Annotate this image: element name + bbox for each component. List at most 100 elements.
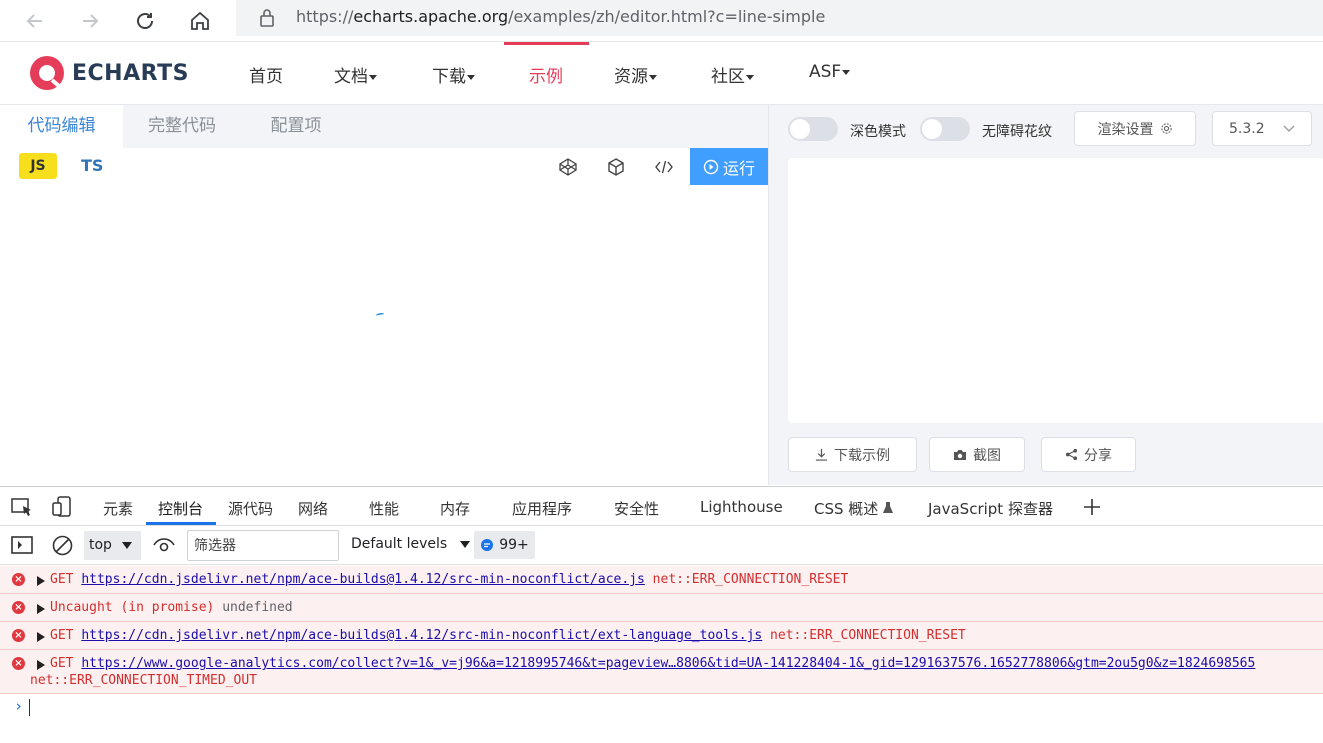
log-prefix: GET bbox=[50, 628, 82, 643]
chart-preview-area[interactable] bbox=[788, 158, 1323, 423]
echarts-logo[interactable]: ECHARTS bbox=[28, 53, 189, 93]
devtools-tab-application[interactable]: 应用程序 bbox=[512, 498, 572, 519]
version-select[interactable]: 5.3.2 bbox=[1212, 111, 1312, 146]
home-button[interactable] bbox=[183, 4, 217, 38]
log-levels-select[interactable]: Default levels bbox=[351, 536, 470, 552]
devtools-tab-network[interactable]: 网络 bbox=[298, 498, 328, 519]
caret-down-icon bbox=[649, 74, 657, 80]
codepen-button[interactable] bbox=[557, 156, 579, 178]
devtools-tab-performance[interactable]: 性能 bbox=[369, 498, 399, 519]
devtools-tab-console[interactable]: 控制台 bbox=[158, 498, 203, 519]
log-message: GET https://cdn.jsdelivr.net/npm/ace-bui… bbox=[50, 572, 848, 587]
devtools-tab-js-profiler[interactable]: JavaScript 探查器 bbox=[928, 498, 1053, 519]
version-value: 5.3.2 bbox=[1229, 120, 1265, 137]
lang-ts-button[interactable]: TS bbox=[81, 156, 103, 175]
nav-home[interactable]: 首页 bbox=[249, 62, 283, 87]
log-message: GET https://www.google-analytics.com/col… bbox=[50, 656, 1255, 671]
caret-down-icon bbox=[467, 74, 475, 80]
devtools-tab-memory[interactable]: 内存 bbox=[440, 498, 470, 519]
code-brackets-icon bbox=[655, 160, 673, 174]
share-icon bbox=[1065, 448, 1078, 461]
log-prefix: GET bbox=[50, 572, 82, 587]
download-example-label: 下载示例 bbox=[834, 447, 890, 464]
logo-text: ECHARTS bbox=[72, 60, 189, 86]
nav-asf[interactable]: ASF bbox=[809, 62, 851, 82]
forward-button[interactable] bbox=[73, 4, 107, 38]
log-value: undefined bbox=[222, 600, 293, 615]
log-prefix: Uncaught (in promise) bbox=[50, 600, 223, 615]
css-overview-label: CSS 概述 bbox=[814, 500, 879, 518]
caret-down-icon bbox=[842, 69, 851, 75]
aria-decal-label: 无障碍花纹 bbox=[982, 124, 1052, 140]
console-log-row[interactable]: × GET https://www.google-analytics.com/c… bbox=[0, 650, 1323, 694]
live-expression-button[interactable] bbox=[153, 537, 175, 557]
nav-resources[interactable]: 资源 bbox=[614, 62, 657, 87]
reload-button[interactable] bbox=[128, 4, 162, 38]
tab-options[interactable]: 配置项 bbox=[241, 105, 351, 148]
url-host: echarts.apache.org bbox=[353, 7, 509, 26]
tab-full-code[interactable]: 完整代码 bbox=[123, 105, 241, 148]
expand-triangle-icon[interactable] bbox=[37, 604, 45, 614]
inspect-cursor-icon bbox=[11, 498, 31, 516]
dark-mode-toggle[interactable] bbox=[788, 117, 838, 141]
url-path: /examples/zh/editor.html?c=line-simple bbox=[508, 7, 826, 26]
code-editor-area[interactable] bbox=[0, 185, 768, 485]
nav-download[interactable]: 下载 bbox=[432, 62, 475, 87]
issues-counter-button[interactable]: 99+ bbox=[474, 531, 535, 559]
devtools-tab-lighthouse[interactable]: Lighthouse bbox=[700, 498, 783, 516]
console-log-row[interactable]: × GET https://cdn.jsdelivr.net/npm/ace-b… bbox=[0, 566, 1323, 594]
log-prefix: GET bbox=[50, 656, 82, 671]
more-tabs-button[interactable] bbox=[1082, 497, 1102, 521]
devtools-tab-security[interactable]: 安全性 bbox=[614, 498, 659, 519]
clear-console-button[interactable] bbox=[52, 535, 73, 560]
screenshot-button[interactable]: 截图 bbox=[929, 437, 1025, 472]
share-label: 分享 bbox=[1084, 447, 1112, 464]
devtools-active-tab-indicator bbox=[146, 522, 216, 525]
log-link[interactable]: https://www.google-analytics.com/collect… bbox=[81, 656, 1255, 671]
aria-decal-toggle[interactable] bbox=[920, 117, 970, 141]
inspect-element-button[interactable] bbox=[11, 497, 33, 521]
nav-community[interactable]: 社区 bbox=[711, 62, 754, 87]
sidebar-toggle-icon bbox=[11, 536, 33, 554]
device-toggle-icon bbox=[52, 496, 71, 517]
expand-triangle-icon[interactable] bbox=[37, 632, 45, 642]
console-log-row[interactable]: × Uncaught (in promise) undefined bbox=[0, 594, 1323, 622]
format-code-button[interactable] bbox=[653, 156, 675, 178]
flask-icon bbox=[883, 502, 894, 513]
error-icon: × bbox=[12, 629, 25, 642]
devtools-tab-elements[interactable]: 元素 bbox=[103, 498, 133, 519]
context-select[interactable]: top bbox=[84, 531, 141, 560]
download-example-button[interactable]: 下载示例 bbox=[788, 437, 917, 472]
log-link[interactable]: https://cdn.jsdelivr.net/npm/ace-builds@… bbox=[81, 628, 762, 643]
share-button[interactable]: 分享 bbox=[1041, 437, 1136, 472]
devtools-tab-css-overview[interactable]: CSS 概述 bbox=[814, 498, 894, 519]
devtools-tab-sources[interactable]: 源代码 bbox=[228, 498, 273, 519]
console-log-row[interactable]: × GET https://cdn.jsdelivr.net/npm/ace-b… bbox=[0, 622, 1323, 650]
expand-triangle-icon[interactable] bbox=[37, 576, 45, 586]
nav-examples[interactable]: 示例 bbox=[529, 62, 563, 87]
code-toolbar: JS TS 运行 bbox=[0, 148, 768, 185]
render-settings-button[interactable]: 渲染设置 bbox=[1074, 111, 1196, 146]
error-icon: × bbox=[12, 657, 25, 670]
address-bar[interactable]: https://echarts.apache.org/examples/zh/e… bbox=[236, 0, 1323, 36]
console-filter-input[interactable] bbox=[187, 530, 339, 561]
nav-download-label: 下载 bbox=[432, 67, 466, 87]
browser-toolbar: https://echarts.apache.org/examples/zh/e… bbox=[0, 0, 1323, 42]
device-toolbar-button[interactable] bbox=[51, 496, 73, 522]
sidebar-toggle-button[interactable] bbox=[11, 536, 33, 558]
nav-active-indicator bbox=[504, 42, 589, 45]
console-input-caret[interactable] bbox=[29, 699, 30, 716]
codesandbox-button[interactable] bbox=[605, 156, 627, 178]
log-suffix: net::ERR_CONNECTION_RESET bbox=[644, 572, 849, 587]
codepen-icon bbox=[559, 158, 577, 176]
log-message: Uncaught (in promise) undefined bbox=[50, 600, 293, 615]
lang-js-button[interactable]: JS bbox=[19, 153, 57, 179]
tab-code-edit[interactable]: 代码编辑 bbox=[0, 105, 123, 148]
run-label: 运行 bbox=[722, 158, 755, 178]
log-suffix: net::ERR_CONNECTION_RESET bbox=[762, 628, 966, 643]
run-button[interactable]: 运行 bbox=[690, 148, 768, 185]
back-button[interactable] bbox=[18, 4, 52, 38]
nav-docs[interactable]: 文档 bbox=[334, 62, 377, 87]
expand-triangle-icon[interactable] bbox=[37, 660, 45, 670]
log-link[interactable]: https://cdn.jsdelivr.net/npm/ace-builds@… bbox=[81, 572, 645, 587]
